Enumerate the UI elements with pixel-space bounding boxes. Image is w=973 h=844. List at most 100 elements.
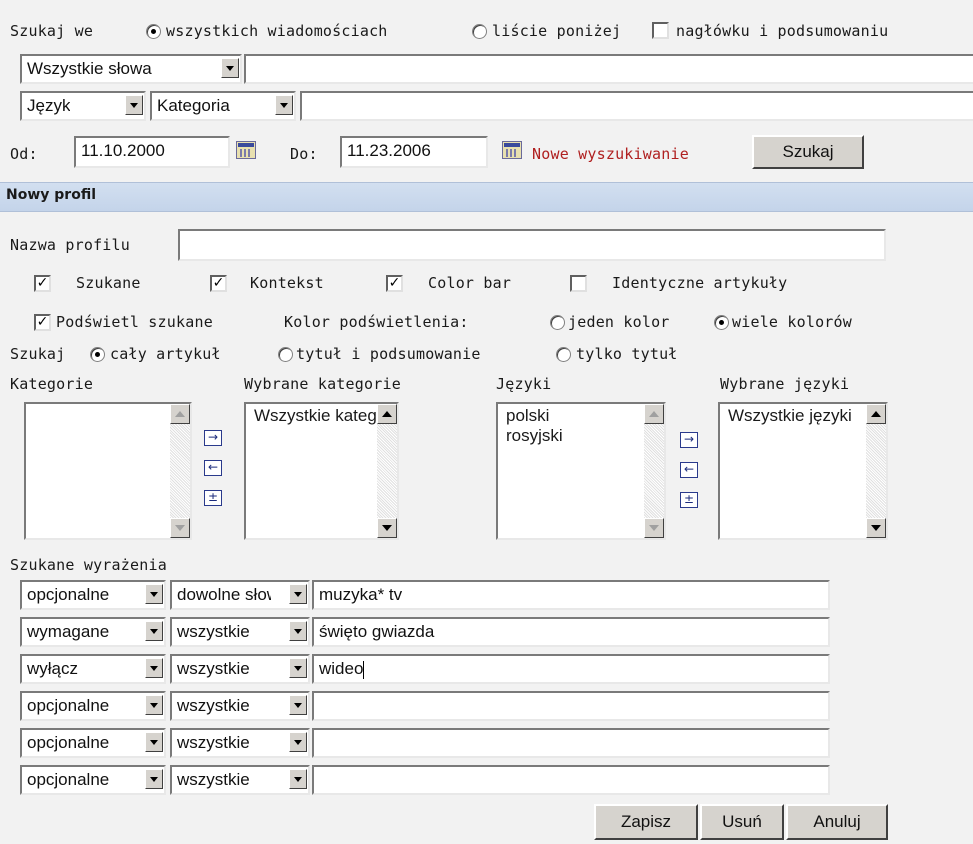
expression-mode-select[interactable]: opcjonalne [20, 691, 166, 721]
checkbox-colorbar-label: Color bar [428, 274, 512, 292]
selected-categories-listbox[interactable]: Wszystkie kategorie [244, 402, 399, 540]
expression-mode-select[interactable]: opcjonalne [20, 580, 166, 610]
scrollbar[interactable] [644, 404, 664, 538]
categories-label: Kategorie [10, 375, 94, 393]
cancel-button[interactable]: Anuluj [786, 804, 888, 840]
scroll-down-icon[interactable] [170, 518, 190, 538]
checkbox-identical[interactable] [570, 275, 587, 292]
list-item[interactable]: Wszystkie kategorie [254, 406, 378, 426]
remove-category-arrow-icon[interactable]: ← [204, 460, 222, 476]
expression-text-input[interactable] [312, 728, 830, 758]
scroll-down-icon[interactable] [866, 518, 886, 538]
add-category-arrow-icon[interactable]: → [204, 430, 222, 446]
categories-listbox[interactable] [24, 402, 192, 540]
radio-one-color-label: jeden kolor [568, 313, 670, 331]
chevron-down-icon [221, 58, 239, 78]
expression-text-input[interactable] [312, 691, 830, 721]
chevron-down-icon [289, 695, 307, 715]
scroll-up-icon[interactable] [644, 404, 664, 424]
expression-match-select[interactable]: wszystkie [170, 617, 310, 647]
checkbox-searched[interactable]: ✓ [34, 275, 51, 292]
chevron-down-icon [145, 658, 163, 678]
languages-listbox[interactable]: polski rosyjski [496, 402, 666, 540]
section-title: Nowy profil [6, 187, 96, 203]
save-button[interactable]: Zapisz [594, 804, 698, 840]
expression-mode-select[interactable]: wymagane [20, 617, 166, 647]
expression-match-select[interactable]: wszystkie [170, 654, 310, 684]
text-caret [363, 660, 365, 679]
toggle-all-categories-icon[interactable]: ± [204, 490, 222, 506]
scroll-up-icon[interactable] [170, 404, 190, 424]
chevron-down-icon [289, 621, 307, 641]
scroll-down-icon[interactable] [377, 518, 397, 538]
radio-all-messages-label: wszystkich wiadomościach [166, 22, 388, 40]
expression-match-select[interactable]: wszystkie [170, 728, 310, 758]
chevron-down-icon [289, 769, 307, 789]
checkbox-colorbar[interactable]: ✓ [386, 275, 403, 292]
selected-categories-label: Wybrane kategorie [244, 375, 401, 393]
list-item[interactable]: polski [506, 406, 563, 426]
category-select[interactable]: Kategoria [150, 91, 296, 121]
checkbox-highlight[interactable]: ✓ [34, 314, 51, 331]
section-header: Nowy profil [0, 182, 973, 212]
from-label: Od: [10, 145, 38, 163]
scrollbar[interactable] [866, 404, 886, 538]
radio-title-only-label: tylko tytuł [576, 345, 678, 363]
add-language-arrow-icon[interactable]: → [680, 432, 698, 448]
radio-many-colors[interactable] [714, 315, 729, 330]
expression-mode-select[interactable]: wyłącz [20, 654, 166, 684]
expression-match-select[interactable]: wszystkie [170, 765, 310, 795]
language-select[interactable]: Język [20, 91, 146, 121]
scroll-down-icon[interactable] [644, 518, 664, 538]
chevron-down-icon [275, 95, 293, 115]
search-button[interactable]: Szukaj [752, 135, 864, 169]
radio-title-only[interactable] [556, 347, 571, 362]
chevron-down-icon [145, 769, 163, 789]
remove-language-arrow-icon[interactable]: ← [680, 462, 698, 478]
list-item[interactable]: rosyjski [506, 426, 563, 446]
highlight-color-label: Kolor podświetlenia: [284, 313, 469, 331]
chevron-down-icon [125, 95, 143, 115]
search-in-label: Szukaj we [10, 22, 94, 40]
checkbox-headers[interactable] [652, 22, 669, 39]
expression-match-select[interactable]: wszystkie [170, 691, 310, 721]
radio-list-below-label: liście poniżej [492, 22, 622, 40]
word-mode-select[interactable]: Wszystkie słowa [20, 54, 242, 84]
languages-label: Języki [496, 375, 552, 393]
words-input[interactable] [244, 54, 973, 84]
radio-title-summary-label: tytuł i podsumowanie [296, 345, 481, 363]
checkbox-headers-label: nagłówku i podsumowaniu [676, 22, 889, 40]
checkbox-context[interactable]: ✓ [210, 275, 227, 292]
scroll-up-icon[interactable] [866, 404, 886, 424]
radio-title-summary[interactable] [278, 347, 293, 362]
delete-button[interactable]: Usuń [700, 804, 784, 840]
category-input[interactable] [300, 91, 973, 121]
profile-name-input[interactable] [178, 229, 886, 261]
radio-one-color[interactable] [550, 315, 565, 330]
expression-match-select[interactable]: dowolne słowo [170, 580, 310, 610]
list-item[interactable]: Wszystkie języki [728, 406, 856, 426]
scrollbar[interactable] [170, 404, 190, 538]
new-search-link[interactable]: Nowe wyszukiwanie [532, 145, 689, 163]
chevron-down-icon [289, 584, 307, 604]
expression-text-input[interactable]: muzyka* tv [312, 580, 830, 610]
expression-text-input[interactable]: wideo [312, 654, 830, 684]
expression-mode-select[interactable]: opcjonalne [20, 728, 166, 758]
calendar-icon[interactable] [236, 141, 256, 159]
checkbox-context-label: Kontekst [250, 274, 324, 292]
from-date-input[interactable]: 11.10.2000 [74, 136, 230, 168]
radio-whole-article[interactable] [90, 347, 105, 362]
calendar-icon[interactable] [502, 141, 522, 159]
scroll-up-icon[interactable] [377, 404, 397, 424]
chevron-down-icon [289, 732, 307, 752]
expression-text-input[interactable]: święto gwiazda [312, 617, 830, 647]
radio-list-below[interactable] [472, 24, 487, 39]
toggle-all-languages-icon[interactable]: ± [680, 492, 698, 508]
selected-languages-listbox[interactable]: Wszystkie języki [718, 402, 888, 540]
expression-mode-select[interactable]: opcjonalne [20, 765, 166, 795]
to-date-input[interactable]: 11.23.2006 [340, 136, 488, 168]
to-label: Do: [290, 145, 318, 163]
expression-text-input[interactable] [312, 765, 830, 795]
radio-all-messages[interactable] [146, 24, 161, 39]
scrollbar[interactable] [377, 404, 397, 538]
